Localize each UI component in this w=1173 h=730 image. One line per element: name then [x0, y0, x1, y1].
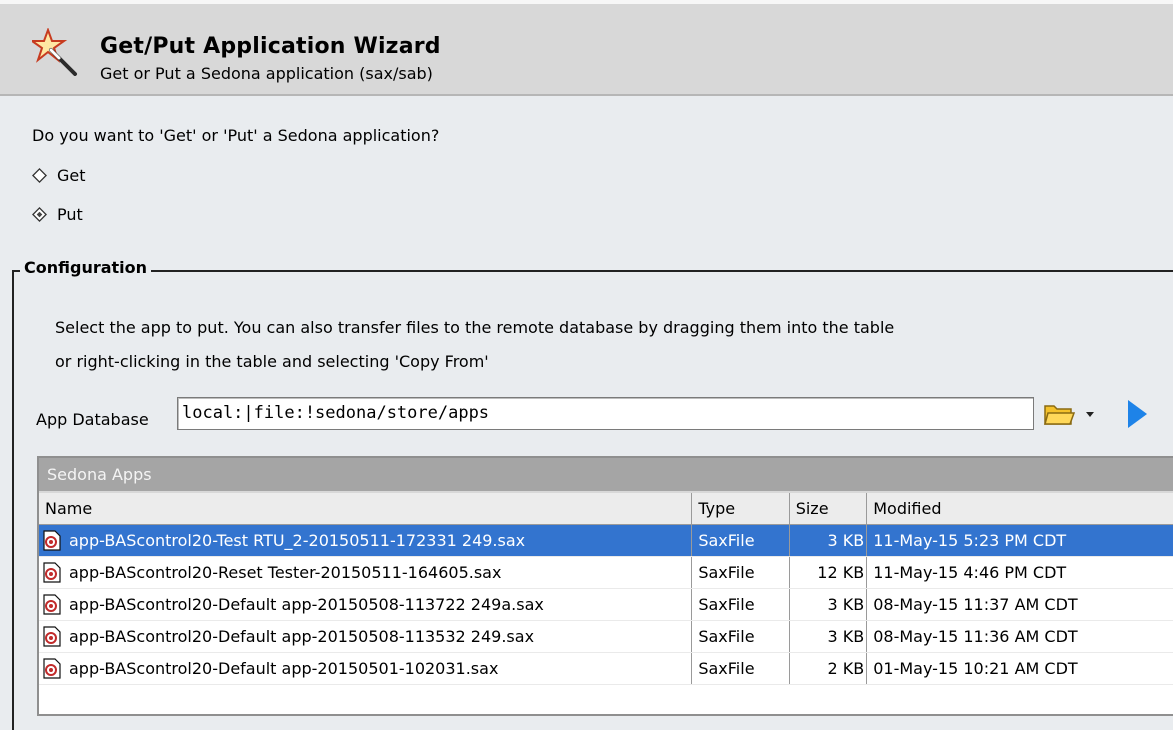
modified-cell: 11-May-15 4:46 PM CDT — [867, 557, 1173, 588]
type-cell: SaxFile — [692, 621, 790, 652]
size-cell: 3 KB — [790, 621, 868, 652]
sax-file-icon — [43, 626, 61, 647]
diamond-radio-icon[interactable] — [32, 207, 47, 222]
size-cell: 2 KB — [790, 653, 868, 684]
table-row[interactable]: app-BAScontrol20-Default app-20150508-11… — [39, 621, 1173, 653]
name-cell: app-BAScontrol20-Reset Tester-20150511-1… — [39, 557, 693, 588]
modified-cell: 01-May-15 10:21 AM CDT — [867, 653, 1173, 684]
radio-label-put: Put — [57, 205, 83, 224]
name-cell: app-BAScontrol20-Default app-20150508-11… — [39, 621, 693, 652]
magic-wand-icon — [32, 28, 77, 76]
file-name: app-BAScontrol20-Default app-20150508-11… — [69, 627, 535, 646]
type-cell: SaxFile — [692, 525, 790, 556]
size-cell: 3 KB — [790, 589, 868, 620]
wizard-title: Get/Put Application Wizard — [100, 34, 441, 59]
modified-cell: 11-May-15 5:23 PM CDT — [867, 525, 1173, 556]
column-header-modified[interactable]: Modified — [867, 493, 1173, 524]
sedona-apps-table[interactable]: Sedona Apps Name Type Size Modified app-… — [37, 456, 1173, 716]
configuration-description-line2: or right-clicking in the table and selec… — [55, 352, 489, 371]
app-database-label: App Database — [36, 410, 149, 429]
column-header-size[interactable]: Size — [790, 493, 868, 524]
size-cell: 3 KB — [790, 525, 868, 556]
table-row[interactable]: app-BAScontrol20-Default app-20150501-10… — [39, 653, 1173, 685]
table-header-row: Name Type Size Modified — [39, 493, 1173, 525]
name-cell: app-BAScontrol20-Default app-20150508-11… — [39, 589, 693, 620]
play-arrow-icon[interactable] — [1125, 398, 1149, 430]
table-title: Sedona Apps — [39, 458, 1173, 493]
file-name: app-BAScontrol20-Default app-20150501-10… — [69, 659, 499, 678]
folder-icon[interactable] — [1042, 400, 1098, 428]
app-database-field[interactable]: local:|file:!sedona/store/apps — [177, 397, 1034, 430]
browse-folder-button[interactable] — [1042, 400, 1098, 428]
file-name: app-BAScontrol20-Test RTU_2-20150511-172… — [69, 531, 526, 550]
table-row[interactable]: app-BAScontrol20-Reset Tester-20150511-1… — [39, 557, 1173, 589]
column-header-name[interactable]: Name — [39, 493, 693, 524]
sax-file-icon — [43, 562, 61, 583]
sax-file-icon — [43, 530, 61, 551]
modified-cell: 08-May-15 11:37 AM CDT — [867, 589, 1173, 620]
sax-file-icon — [43, 594, 61, 615]
radio-option-put[interactable]: Put — [32, 205, 83, 224]
get-put-question: Do you want to 'Get' or 'Put' a Sedona a… — [32, 126, 440, 145]
diamond-radio-icon[interactable] — [32, 168, 47, 183]
table-row[interactable]: app-BAScontrol20-Test RTU_2-20150511-172… — [39, 525, 1173, 557]
file-name: app-BAScontrol20-Reset Tester-20150511-1… — [69, 563, 502, 582]
column-header-type[interactable]: Type — [692, 493, 790, 524]
size-cell: 12 KB — [790, 557, 868, 588]
modified-cell: 08-May-15 11:36 AM CDT — [867, 621, 1173, 652]
name-cell: app-BAScontrol20-Test RTU_2-20150511-172… — [39, 525, 693, 556]
wizard-subtitle: Get or Put a Sedona application (sax/sab… — [100, 64, 433, 83]
configuration-description-line1: Select the app to put. You can also tran… — [55, 318, 895, 337]
radio-label-get: Get — [57, 166, 86, 185]
type-cell: SaxFile — [692, 557, 790, 588]
wizard-header: Get/Put Application Wizard Get or Put a … — [0, 0, 1173, 96]
type-cell: SaxFile — [692, 653, 790, 684]
configuration-legend: Configuration — [20, 258, 152, 277]
name-cell: app-BAScontrol20-Default app-20150501-10… — [39, 653, 693, 684]
type-cell: SaxFile — [692, 589, 790, 620]
table-row[interactable]: app-BAScontrol20-Default app-20150508-11… — [39, 589, 1173, 621]
go-button[interactable] — [1125, 398, 1149, 430]
sax-file-icon — [43, 658, 61, 679]
file-name: app-BAScontrol20-Default app-20150508-11… — [69, 595, 544, 614]
radio-option-get[interactable]: Get — [32, 166, 86, 185]
